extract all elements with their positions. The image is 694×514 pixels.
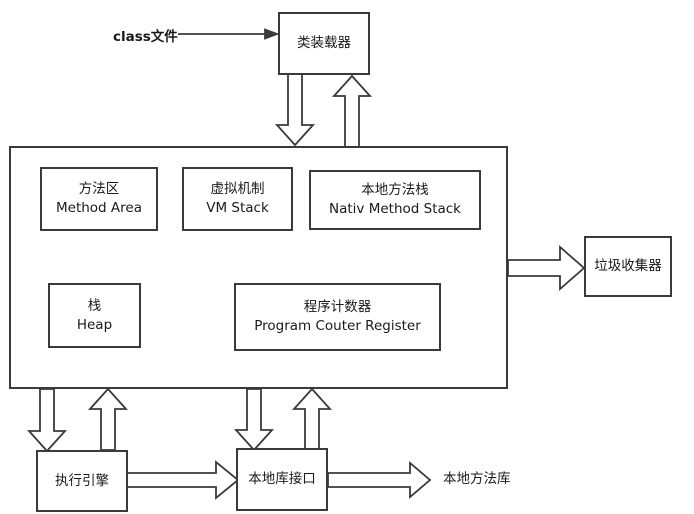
runtime-to-loader-arrow (331, 74, 373, 148)
runtime-to-engine-arrow (26, 388, 68, 453)
engine-to-runtime-arrow (87, 387, 129, 451)
garbage-collector-box: 垃圾收集器 (584, 236, 672, 297)
vm-stack-en: VM Stack (206, 200, 269, 216)
method-area-cn: 方法区 (78, 181, 120, 197)
program-counter-register-box: 程序计数器 Program Couter Register (234, 283, 441, 351)
heap-box: 栈 Heap (48, 283, 141, 348)
native-interface-to-library-arrow (327, 461, 432, 499)
vm-stack-box: 虚拟机制 VM Stack (182, 167, 293, 231)
class-file-label: class文件 (113, 29, 178, 45)
native-library-label: 本地方法库 (443, 471, 511, 487)
runtime-to-native-interface-arrow (233, 388, 275, 452)
native-interface-label: 本地库接口 (248, 471, 316, 487)
engine-to-native-interface-arrow (126, 460, 240, 500)
garbage-collector-label: 垃圾收集器 (594, 258, 662, 274)
native-interface-to-runtime-arrow (291, 387, 333, 451)
class-loader-label: 类装载器 (297, 35, 351, 51)
heap-cn: 栈 (87, 297, 102, 314)
native-method-stack-box: 本地方法栈 Nativ Method Stack (309, 170, 481, 230)
program-counter-register-cn: 程序计数器 (303, 299, 372, 315)
program-counter-register-en: Program Couter Register (254, 318, 421, 334)
loader-to-runtime-arrow (274, 73, 316, 147)
runtime-to-gc-arrow (507, 245, 586, 291)
class-file-arrow-head (264, 28, 280, 40)
native-method-stack-en: Nativ Method Stack (329, 201, 461, 217)
class-loader-box: 类装载器 (278, 12, 370, 75)
execution-engine-label: 执行引擎 (55, 472, 109, 489)
native-interface-box: 本地库接口 (236, 448, 328, 511)
method-area-en: Method Area (56, 200, 142, 216)
method-area-box: 方法区 Method Area (40, 167, 158, 231)
execution-engine-box: 执行引擎 (36, 450, 128, 512)
vm-stack-cn: 虚拟机制 (210, 181, 265, 197)
native-method-stack-cn: 本地方法栈 (361, 182, 429, 198)
heap-en: Heap (76, 316, 113, 333)
